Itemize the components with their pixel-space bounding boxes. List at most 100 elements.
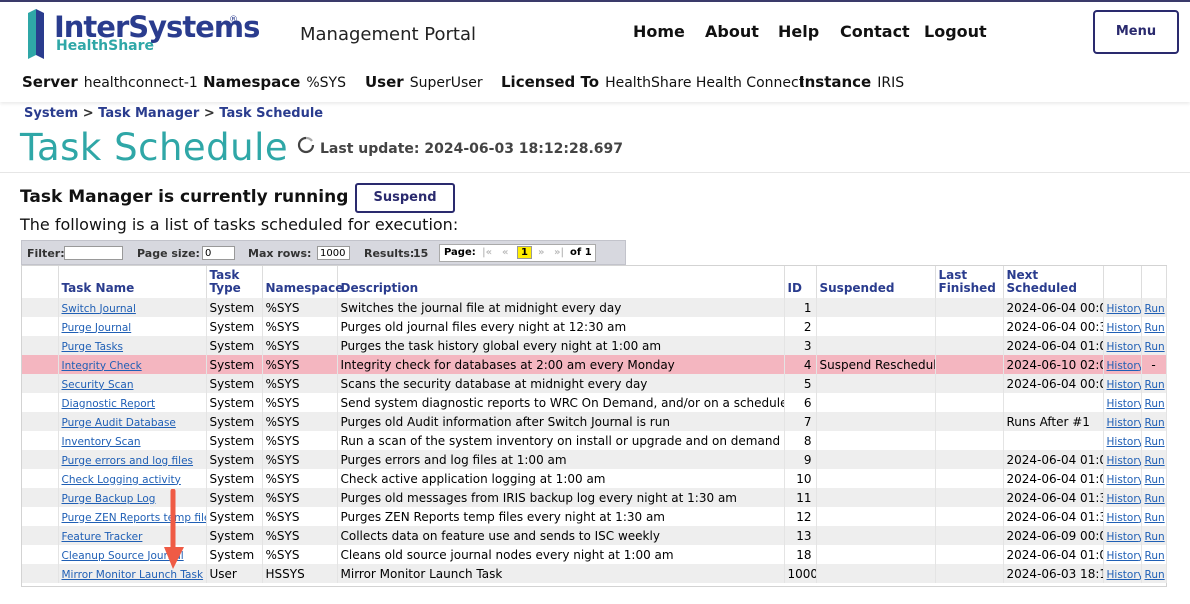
run-link[interactable]: Run [1145,341,1165,353]
table-row[interactable]: Check Logging activity System %SYS Check ac… [22,469,1167,488]
table-row[interactable]: Mirror Monitor Launch Task User HSSYS Mirro… [22,564,1167,583]
refresh-icon[interactable] [297,136,315,154]
table-row[interactable]: Purge errors and log files System %SYS Purg… [22,450,1167,469]
column-task-name[interactable]: Task Name [58,266,207,298]
table-row[interactable]: Purge Backup Log System %SYS Purges old mes… [22,488,1167,507]
run-cell: Run [1141,374,1167,393]
run-link[interactable]: Run [1145,493,1165,505]
history-link[interactable]: History [1107,360,1141,372]
table-row[interactable]: Inventory Scan System %SYS Run a scan of th… [22,431,1167,450]
task-name-link[interactable]: Diagnostic Report [62,398,156,410]
task-name-link[interactable]: Purge errors and log files [62,455,194,467]
column-namespace[interactable]: Namespace [262,266,343,298]
task-name-link[interactable]: Inventory Scan [62,436,141,448]
run-link[interactable]: Run [1145,531,1165,543]
column-description[interactable]: Description [337,266,785,298]
run-link[interactable]: Run [1145,455,1165,467]
history-link[interactable]: History [1107,341,1141,353]
logo-mark-icon [28,9,44,59]
table-row[interactable]: Switch Journal System %SYS Switches the jou… [22,298,1167,317]
suspend-button[interactable]: Suspend [355,183,455,213]
column-suspended[interactable]: Suspended [816,266,936,298]
table-row[interactable]: Integrity Check System %SYS Integrity check… [22,355,1167,374]
first-page-button[interactable]: |« [482,247,492,258]
run-link[interactable]: Run [1145,417,1165,429]
table-row[interactable]: Purge Tasks System %SYS Purges the task his… [22,336,1167,355]
breadcrumb-system[interactable]: System [24,106,78,121]
task-name-link[interactable]: Integrity Check [62,360,142,372]
task-name-link[interactable]: Purge Audit Database [62,417,176,429]
task-name-cell: Purge Tasks [58,336,207,355]
history-link[interactable]: History [1107,417,1141,429]
column-id[interactable]: ID [784,266,817,298]
nav-help[interactable]: Help [778,22,819,41]
history-link[interactable]: History [1107,550,1141,562]
namespace-info: Namespace %SYS [203,73,346,91]
task-name-link[interactable]: Feature Tracker [62,531,143,543]
history-link[interactable]: History [1107,379,1141,391]
namespace-cell: %SYS [262,545,338,564]
nav-about[interactable]: About [705,22,759,41]
history-link[interactable]: History [1107,531,1141,543]
history-link[interactable]: History [1107,493,1141,505]
next-scheduled-cell: 2024-06-04 01:30 [1003,488,1104,507]
task-name-link[interactable]: Purge Backup Log [62,493,156,505]
history-link[interactable]: History [1107,436,1141,448]
run-link[interactable]: Run [1145,322,1165,334]
history-link[interactable]: History [1107,455,1141,467]
breadcrumb-task-manager[interactable]: Task Manager [98,106,199,121]
run-link[interactable]: Run [1145,569,1165,581]
nav-home[interactable]: Home [633,22,685,41]
run-link[interactable]: Run [1145,398,1165,410]
run-link[interactable]: Run [1145,550,1165,562]
history-link[interactable]: History [1107,303,1141,315]
page-size-input[interactable] [202,246,235,260]
table-row[interactable]: Purge ZEN Reports temp files System %SYS Pu… [22,507,1167,526]
description-cell: Integrity check for databases at 2:00 am… [337,355,785,374]
cell-select [22,298,59,317]
task-name-cell: Switch Journal [58,298,207,317]
run-link[interactable]: Run [1145,436,1165,448]
task-name-link[interactable]: Switch Journal [62,303,136,315]
description-cell: Purges old Audit information after Switc… [337,412,785,431]
nav-logout[interactable]: Logout [924,22,987,41]
task-name-link[interactable]: Security Scan [62,379,134,391]
column-last-finished[interactable]: Last Finished [935,266,1004,298]
history-link[interactable]: History [1107,512,1141,524]
run-link[interactable]: Run [1145,512,1165,524]
current-page[interactable]: 1 [517,246,532,259]
history-link[interactable]: History [1107,474,1141,486]
history-link[interactable]: History [1107,322,1141,334]
run-link[interactable]: Run [1145,474,1165,486]
table-row[interactable]: Purge Journal System %SYS Purges old journa… [22,317,1167,336]
next-scheduled-cell: Runs After #1 [1003,412,1104,431]
column-task-type[interactable]: Task Type [206,266,263,298]
filter-input[interactable] [64,246,123,260]
history-link[interactable]: History [1107,398,1141,410]
id-cell: 2 [784,317,817,336]
task-name-link[interactable]: Purge Journal [62,322,132,334]
run-link[interactable]: Run [1145,303,1165,315]
suspended-cell [816,393,936,412]
table-row[interactable]: Cleanup Source Journal System %SYS Cleans o… [22,545,1167,564]
max-rows-input[interactable] [317,246,350,260]
task-name-link[interactable]: Check Logging activity [62,474,181,486]
next-page-button[interactable]: » [538,247,544,258]
nav-contact[interactable]: Contact [840,22,910,41]
task-name-link[interactable]: Purge Tasks [62,341,124,353]
cell-select [22,450,59,469]
run-link[interactable]: Run [1145,379,1165,391]
table-row[interactable]: Feature Tracker System %SYS Collects data o… [22,526,1167,545]
history-link[interactable]: History [1107,569,1141,581]
intersystems-logo[interactable]: InterSystems ® HealthShare [26,9,260,59]
server-label: Server [22,73,78,91]
cell-select [22,469,59,488]
prev-page-button[interactable]: « [502,247,508,258]
last-page-button[interactable]: »| [554,247,564,258]
column-next-scheduled[interactable]: Next Scheduled [1003,266,1104,298]
breadcrumb-task-schedule[interactable]: Task Schedule [219,106,323,121]
table-row[interactable]: Purge Audit Database System %SYS Purges old… [22,412,1167,431]
table-row[interactable]: Security Scan System %SYS Scans the securit… [22,374,1167,393]
menu-button[interactable]: Menu [1093,10,1179,54]
table-row[interactable]: Diagnostic Report System %SYS Send system d… [22,393,1167,412]
